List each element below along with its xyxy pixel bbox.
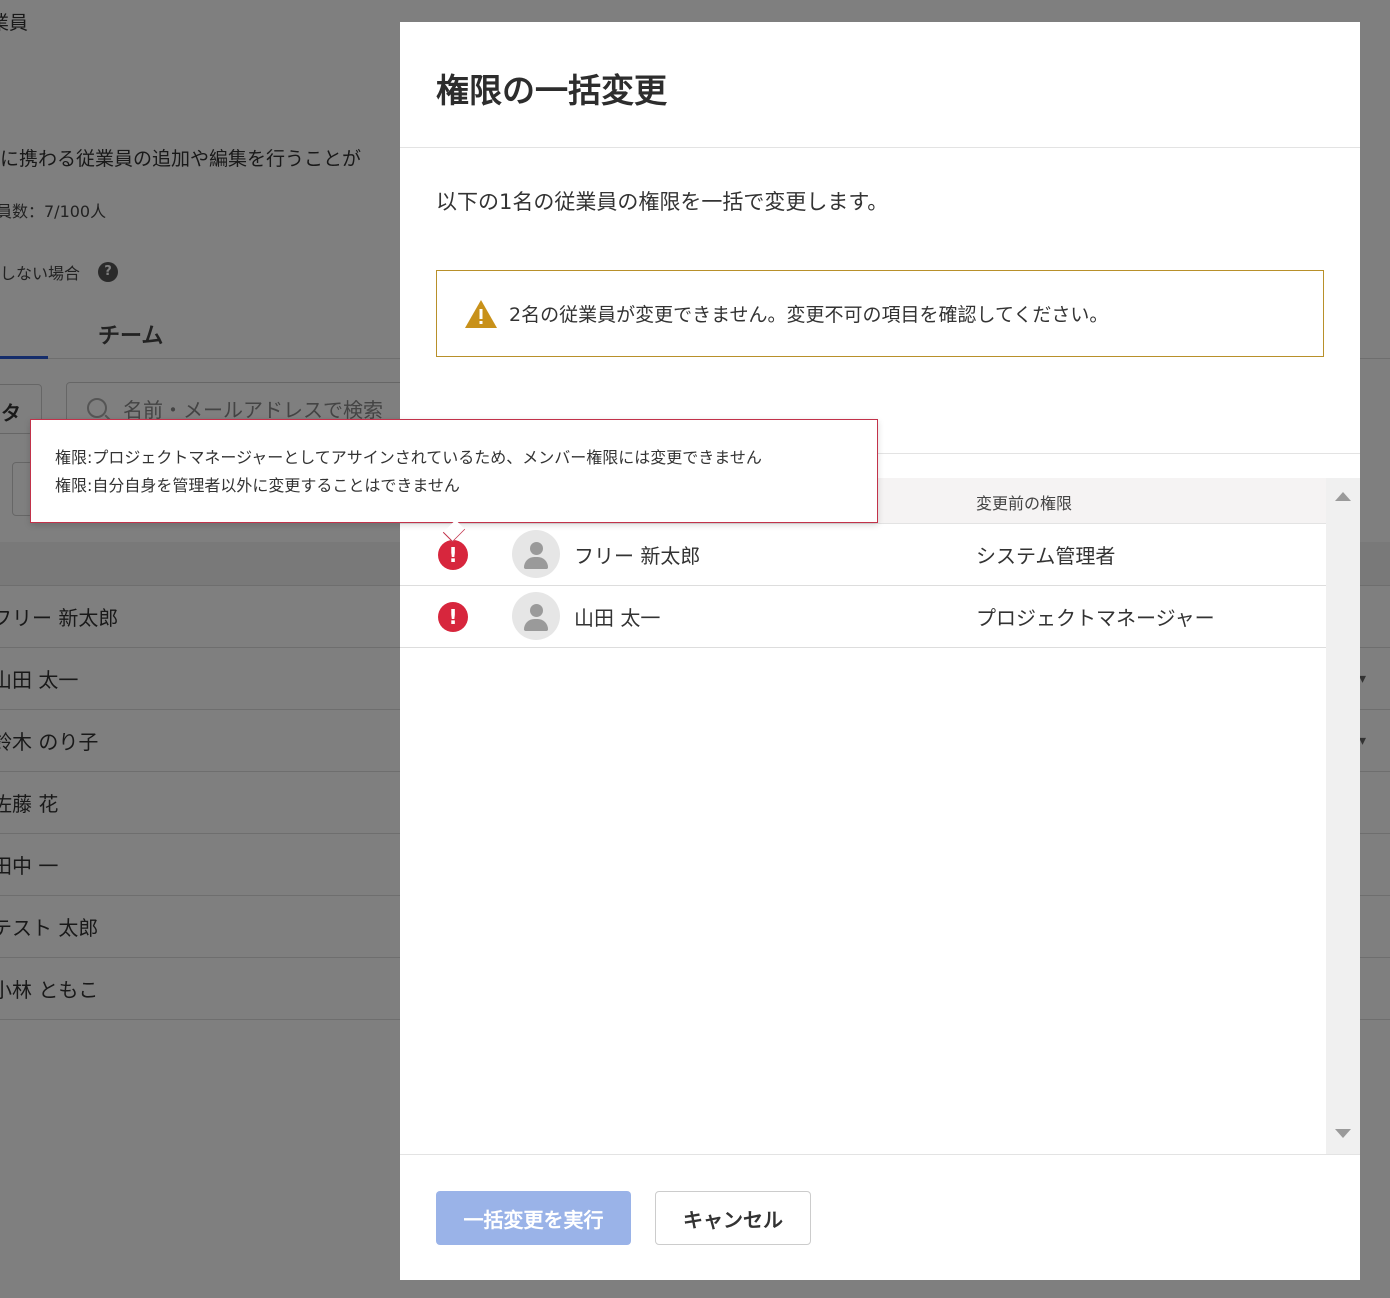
avatar <box>512 592 560 640</box>
avatar <box>512 530 560 578</box>
employee-role: システム管理者 <box>976 544 1116 568</box>
error-icon[interactable]: ! <box>438 540 468 570</box>
execute-bulk-change-button[interactable]: 一括変更を実行 <box>436 1191 631 1245</box>
employee-name: フリー 新太郎 <box>574 544 701 568</box>
dialog-title: 権限の一括変更 <box>436 71 667 110</box>
tooltip-line: 権限:自分自身を管理者以外に変更することはできません <box>55 476 460 495</box>
scroll-up-icon[interactable] <box>1335 492 1351 501</box>
table-row: ! フリー 新太郎 システム管理者 <box>400 524 1326 586</box>
column-header-before-role: 変更前の権限 <box>976 494 1073 513</box>
bulk-permission-dialog: 権限の一括変更 以下の1名の従業員の権限を一括で変更します。 2名の従業員が変更… <box>400 22 1360 1280</box>
error-tooltip: 権限:プロジェクトマネージャーとしてアサインされているため、メンバー権限には変更… <box>30 419 878 543</box>
employee-table: 変更前の権限 ! フリー 新太郎 システム管理者 ! 山田 太一 プロジェクトマ… <box>400 478 1360 1154</box>
employee-role: プロジェクトマネージャー <box>976 606 1215 630</box>
tooltip-line: 権限:プロジェクトマネージャーとしてアサインされているため、メンバー権限には変更… <box>55 448 762 467</box>
warning-banner: 2名の従業員が変更できません。変更不可の項目を確認してください。 <box>436 270 1324 357</box>
warning-icon <box>465 299 497 328</box>
dialog-lead: 以下の1名の従業員の権限を一括で変更します。 <box>436 190 889 214</box>
error-icon[interactable]: ! <box>438 602 468 632</box>
employee-name: 山田 太一 <box>574 606 661 630</box>
dialog-footer: 一括変更を実行 キャンセル <box>400 1154 1360 1280</box>
scrollbar[interactable] <box>1326 478 1360 1154</box>
cancel-button[interactable]: キャンセル <box>655 1191 811 1245</box>
table-row: ! 山田 太一 プロジェクトマネージャー <box>400 586 1326 648</box>
scroll-down-icon[interactable] <box>1335 1129 1351 1138</box>
warning-text: 2名の従業員が変更できません。変更不可の項目を確認してください。 <box>509 304 1109 326</box>
dialog-header: 権限の一括変更 <box>400 22 1360 148</box>
